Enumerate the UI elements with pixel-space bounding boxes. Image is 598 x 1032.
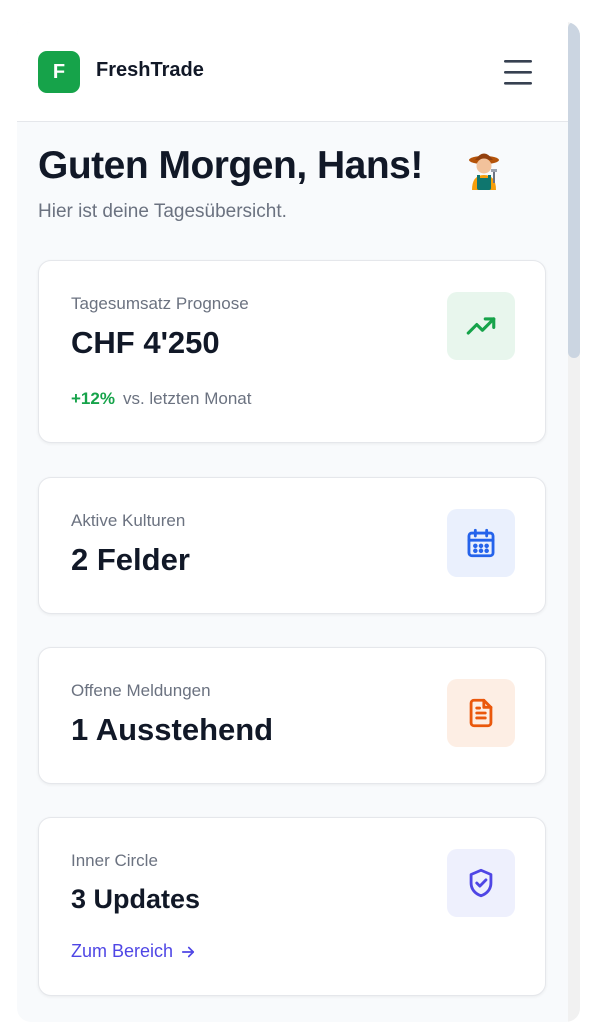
arrow-right-icon <box>181 946 195 957</box>
menu-button[interactable] <box>501 56 535 88</box>
trend-text: vs. letzten Monat <box>122 389 252 408</box>
document-icon <box>469 698 493 728</box>
go-to-section-link[interactable]: Zum Bereich <box>71 941 197 962</box>
app-frame: F FreshTrade Guten Morgen, Hans! Hier is… <box>17 22 580 1022</box>
scrollbar[interactable] <box>568 22 580 1022</box>
page-subtitle: Hier ist deine Tagesübersicht. <box>38 201 287 222</box>
open-reports-card[interactable]: Offene Meldungen 1 Ausstehend <box>38 647 546 784</box>
page-title: Guten Morgen, Hans! <box>38 144 423 187</box>
card-icon-box <box>447 509 515 577</box>
brand-name: FreshTrade <box>96 59 204 81</box>
hamburger-menu-icon <box>504 60 532 85</box>
active-crops-card[interactable]: Aktive Kulturen 2 Felder <box>38 477 546 614</box>
link-label: Zum Bereich <box>71 941 174 961</box>
card-value: 1 Ausstehend <box>71 712 274 747</box>
dashboard-content: Guten Morgen, Hans! Hier ist deine Tages… <box>17 122 568 1022</box>
card-icon-box <box>447 292 515 360</box>
card-label: Inner Circle <box>71 851 158 870</box>
shield-check-icon <box>469 868 493 898</box>
card-icon-box <box>447 849 515 917</box>
top-bar: F FreshTrade <box>17 22 568 122</box>
card-label: Tagesumsatz Prognose <box>71 294 249 313</box>
card-label: Offene Meldungen <box>71 681 211 700</box>
calendar-icon <box>467 528 495 558</box>
card-label: Aktive Kulturen <box>71 511 186 530</box>
revenue-forecast-card[interactable]: Tagesumsatz Prognose CHF 4'250 +12% vs. l… <box>38 260 546 443</box>
scrollbar-thumb[interactable] <box>568 22 580 358</box>
trend-info: +12% vs. letzten Monat <box>71 389 251 409</box>
card-value: 2 Felder <box>71 542 190 577</box>
card-value: CHF 4'250 <box>71 325 220 360</box>
farmer-emoji-icon <box>464 148 504 190</box>
logo[interactable]: F <box>38 51 80 93</box>
card-icon-box <box>447 679 515 747</box>
trending-up-icon <box>466 317 496 335</box>
inner-circle-card[interactable]: Inner Circle 3 Updates Zum Bereich <box>38 817 546 996</box>
card-value: 3 Updates <box>71 884 201 914</box>
trend-value: +12% <box>71 389 115 408</box>
